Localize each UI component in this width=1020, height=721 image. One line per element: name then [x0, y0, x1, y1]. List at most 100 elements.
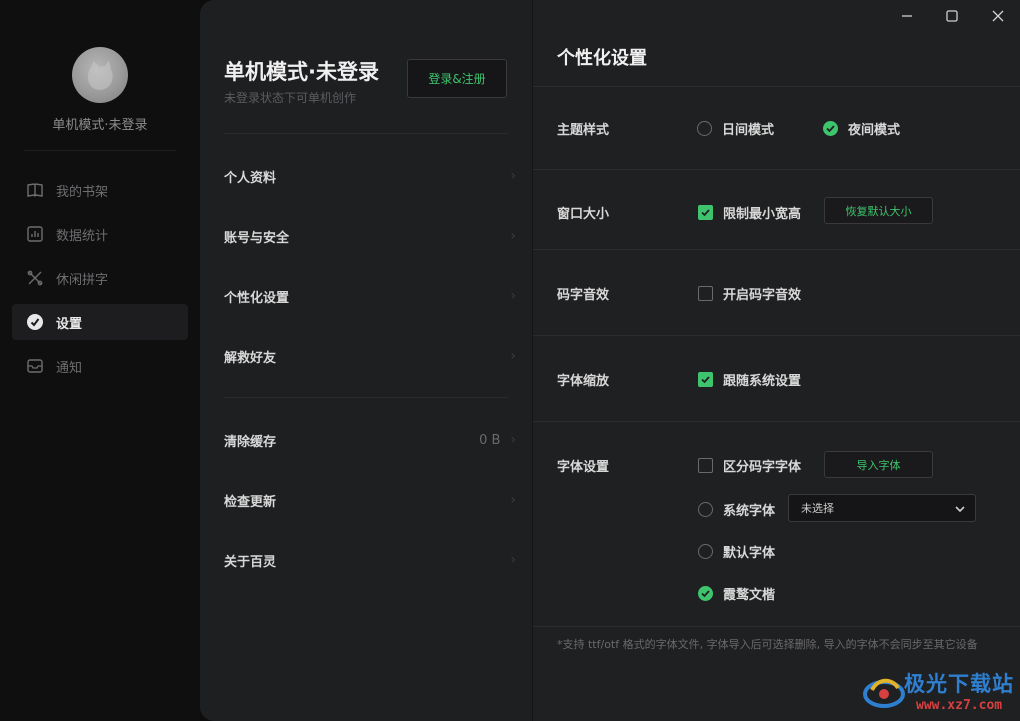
- login-register-button[interactable]: 登录&注册: [407, 59, 507, 98]
- divider: [24, 150, 176, 151]
- menu-item-label: 清除缓存: [224, 434, 277, 450]
- chevron-right-icon: ›: [510, 348, 516, 364]
- option-label: 跟随系统设置: [723, 374, 802, 389]
- menu-item-label: 检查更新: [224, 494, 277, 510]
- limit-min-size-checkbox[interactable]: [698, 205, 713, 220]
- maximize-icon[interactable]: [942, 6, 962, 26]
- chevron-right-icon: ›: [510, 228, 516, 244]
- page-title: 个性化设置: [557, 48, 647, 69]
- watermark-url: www.xz7.com: [916, 698, 1003, 713]
- sidebar-item-statistics[interactable]: 数据统计: [12, 216, 188, 252]
- mail-icon: [26, 357, 44, 375]
- import-font-button[interactable]: 导入字体: [824, 451, 933, 478]
- divider: [533, 335, 1020, 336]
- sidebar: 单机模式·未登录 我的书架 数据统计 休闲拼字 设置 通知: [0, 0, 200, 721]
- puzzle-icon: [26, 269, 44, 287]
- chevron-right-icon: ›: [510, 552, 516, 568]
- menu-item-label: 关于百灵: [224, 554, 277, 570]
- font-note: *支持 ttf/otf 格式的字体文件, 字体导入后可选择删除, 导入的字体不会…: [557, 638, 978, 651]
- divider: [224, 397, 508, 398]
- menu-item-about[interactable]: 关于百灵 ›: [224, 550, 516, 570]
- menu-item-label: 账号与安全: [224, 230, 290, 246]
- follow-system-option[interactable]: 跟随系统设置: [698, 370, 801, 389]
- theme-option-night[interactable]: 夜间模式: [823, 119, 900, 138]
- book-icon: [26, 181, 44, 199]
- wenkai-font-option[interactable]: 霞鹜文楷: [698, 584, 775, 603]
- sidebar-item-puzzle[interactable]: 休闲拼字: [12, 260, 188, 296]
- check-icon: [701, 376, 710, 384]
- menu-item-label: 个性化设置: [224, 290, 290, 306]
- avatar-image: [87, 60, 113, 90]
- chart-icon: [26, 225, 44, 243]
- watermark-text: 极光下载站: [904, 672, 1014, 696]
- divider: [533, 169, 1020, 170]
- divider: [533, 626, 1020, 627]
- theme-label: 主题样式: [557, 123, 610, 138]
- settings-icon: [26, 313, 44, 331]
- option-label: 开启码字音效: [723, 288, 802, 303]
- menu-item-account-security[interactable]: 账号与安全 ›: [224, 226, 516, 246]
- typing-sound-checkbox[interactable]: [698, 286, 713, 301]
- distinguish-font-checkbox[interactable]: [698, 458, 713, 473]
- close-icon[interactable]: [988, 6, 1008, 26]
- distinguish-font-option[interactable]: 区分码字字体: [698, 456, 801, 475]
- menu-item-profile[interactable]: 个人资料 ›: [224, 166, 516, 186]
- watermark-logo-icon: [863, 678, 905, 708]
- check-icon: [701, 590, 710, 598]
- font-zoom-label: 字体缩放: [557, 374, 610, 389]
- avatar[interactable]: [72, 47, 128, 103]
- check-icon: [701, 209, 710, 217]
- watermark: 极光下载站 www.xz7.com: [862, 668, 1018, 716]
- sidebar-nav: 我的书架 数据统计 休闲拼字 设置 通知: [12, 172, 188, 392]
- divider: [533, 249, 1020, 250]
- chevron-down-icon: [955, 502, 965, 515]
- menu-item-clear-cache[interactable]: 清除缓存 0 B ›: [224, 430, 516, 450]
- typing-sound-label: 码字音效: [557, 288, 610, 303]
- sidebar-item-notifications[interactable]: 通知: [12, 348, 188, 384]
- system-font-option[interactable]: 系统字体: [698, 500, 775, 519]
- user-name: 单机模式·未登录: [52, 118, 148, 133]
- reset-size-button[interactable]: 恢复默认大小: [824, 197, 933, 224]
- check-icon: [826, 125, 835, 133]
- settings-panel: 个性化设置 主题样式 日间模式 夜间模式 窗口大小 限制最小宽高 恢复默认大小 …: [532, 0, 1020, 721]
- chevron-right-icon: ›: [510, 168, 516, 184]
- menu-item-check-update[interactable]: 检查更新 ›: [224, 490, 516, 510]
- sidebar-item-label: 设置: [56, 316, 83, 332]
- option-label: 限制最小宽高: [723, 207, 802, 222]
- sidebar-item-settings[interactable]: 设置: [12, 304, 188, 340]
- account-subtitle: 未登录状态下可单机创作: [224, 91, 357, 105]
- default-font-option[interactable]: 默认字体: [698, 542, 775, 561]
- typing-sound-option[interactable]: 开启码字音效: [698, 284, 801, 303]
- sidebar-item-label: 休闲拼字: [56, 272, 109, 288]
- menu-item-personalization[interactable]: 个性化设置 ›: [224, 286, 516, 306]
- chevron-right-icon: ›: [510, 492, 516, 508]
- radio-system-font[interactable]: [698, 502, 713, 517]
- select-value: 未选择: [801, 502, 834, 515]
- radio-night[interactable]: [823, 121, 838, 136]
- option-label: 霞鹜文楷: [723, 588, 776, 603]
- account-title: 单机模式·未登录: [224, 60, 379, 84]
- theme-option-day[interactable]: 日间模式: [697, 119, 774, 138]
- option-label: 系统字体: [723, 504, 776, 519]
- sidebar-item-label: 我的书架: [56, 184, 109, 200]
- option-label: 日间模式: [722, 123, 775, 138]
- option-label: 夜间模式: [848, 123, 901, 138]
- radio-default-font[interactable]: [698, 544, 713, 559]
- account-panel: 单机模式·未登录 未登录状态下可单机创作 登录&注册 个人资料 › 账号与安全 …: [200, 0, 532, 721]
- divider: [224, 133, 508, 134]
- cache-size: 0 B: [479, 432, 501, 448]
- follow-system-checkbox[interactable]: [698, 372, 713, 387]
- divider: [533, 421, 1020, 422]
- minimize-icon[interactable]: [897, 6, 917, 26]
- sidebar-item-label: 数据统计: [56, 228, 109, 244]
- chevron-right-icon: ›: [510, 288, 516, 304]
- limit-min-size-option[interactable]: 限制最小宽高: [698, 203, 801, 222]
- sidebar-item-bookshelf[interactable]: 我的书架: [12, 172, 188, 208]
- chevron-right-icon: ›: [510, 432, 516, 448]
- radio-wenkai-font[interactable]: [698, 586, 713, 601]
- menu-item-rescue-friends[interactable]: 解救好友 ›: [224, 346, 516, 366]
- system-font-select[interactable]: 未选择: [788, 494, 976, 522]
- radio-day[interactable]: [697, 121, 712, 136]
- menu-item-label: 个人资料: [224, 170, 277, 186]
- divider: [533, 86, 1020, 87]
